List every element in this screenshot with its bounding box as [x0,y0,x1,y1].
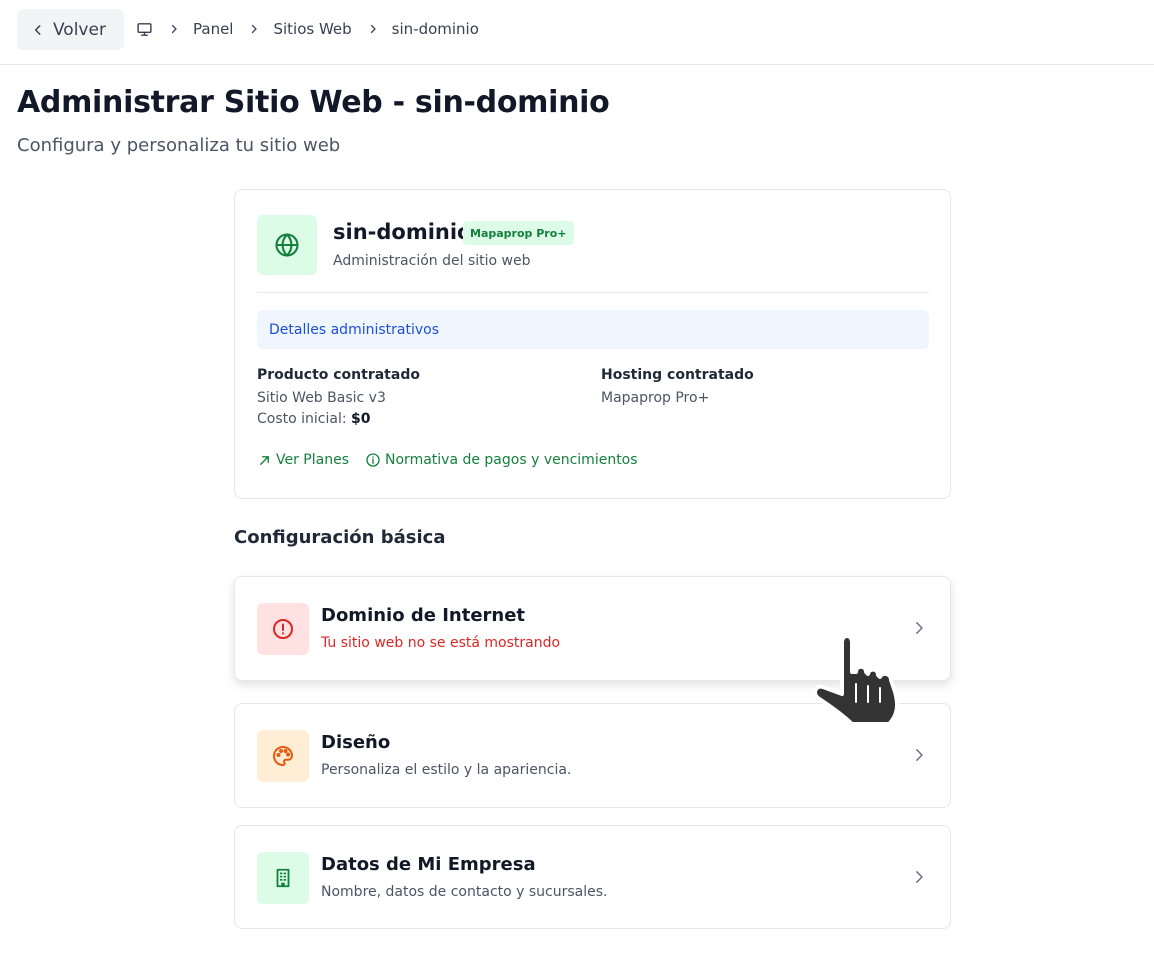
palette-icon [257,730,309,782]
payment-policy-label: Normativa de pagos y vencimientos [385,452,638,468]
cost-value: $0 [351,411,371,427]
payment-policy-link[interactable]: Normativa de pagos y vencimientos [365,452,638,468]
divider [257,292,929,293]
building-icon [257,852,309,904]
company-data-card-title: Datos de Mi Empresa [321,854,536,875]
breadcrumb-sitios-web[interactable]: Sitios Web [273,20,351,38]
plan-badge: Mapaprop Pro+ [463,221,574,245]
site-subtitle: Administración del sitio web [333,253,531,269]
alert-circle-icon [257,603,309,655]
chevron-left-icon [31,23,45,37]
company-data-card-description: Nombre, datos de contacto y sucursales. [321,884,608,900]
breadcrumb-current: sin-dominio [391,20,479,38]
info-icon [365,452,385,468]
breadcrumb: Panel Sitios Web sin-dominio [136,18,479,40]
chevron-right-icon [910,746,928,768]
cost-line: Costo inicial: $0 [257,411,420,427]
chevron-right-icon [910,619,928,641]
hosting-value: Mapaprop Pro+ [601,390,710,406]
hosting-heading: Hosting contratado [601,367,754,383]
design-card-title: Diseño [321,732,391,753]
chevron-right-icon [367,23,379,35]
admin-details-bar: Detalles administrativos [257,310,929,349]
page-title: Administrar Sitio Web - sin-dominio [17,85,610,120]
section-title-basic-config: Configuración básica [234,527,446,548]
cost-label: Costo inicial: [257,411,352,427]
page-subtitle: Configura y personaliza tu sitio web [17,135,341,156]
back-button-label: Volver [53,19,106,40]
arrow-up-right-icon [257,453,276,468]
globe-icon [257,215,317,275]
view-plans-link[interactable]: Ver Planes [257,452,349,468]
top-bar: Volver Panel Sitios Web sin-dominio [0,0,1154,65]
site-name: sin-dominio [333,220,472,244]
product-value: Sitio Web Basic v3 [257,390,386,406]
domain-card-title: Dominio de Internet [321,605,526,626]
design-card-description: Personaliza el estilo y la apariencia. [321,762,572,778]
monitor-icon[interactable] [136,21,153,38]
site-info-card: sin-dominio Mapaprop Pro+ Administración… [234,189,951,499]
hand-pointer-cursor-icon [806,628,906,736]
product-heading: Producto contratado [257,367,420,383]
breadcrumb-panel[interactable]: Panel [193,20,233,38]
chevron-right-icon [248,23,260,35]
view-plans-label: Ver Planes [276,452,350,468]
chevron-right-icon [910,868,928,890]
card-links: Ver Planes Normativa de pagos y vencimie… [257,452,638,468]
chevron-right-icon [168,23,180,35]
domain-card-status: Tu sitio web no se está mostrando [321,635,561,651]
back-button[interactable]: Volver [17,9,124,50]
product-column: Producto contratado Sitio Web Basic v3 C… [257,367,420,432]
company-data-card[interactable]: Datos de Mi Empresa Nombre, datos de con… [234,825,951,929]
hosting-column: Hosting contratado Mapaprop Pro+ [601,367,754,411]
